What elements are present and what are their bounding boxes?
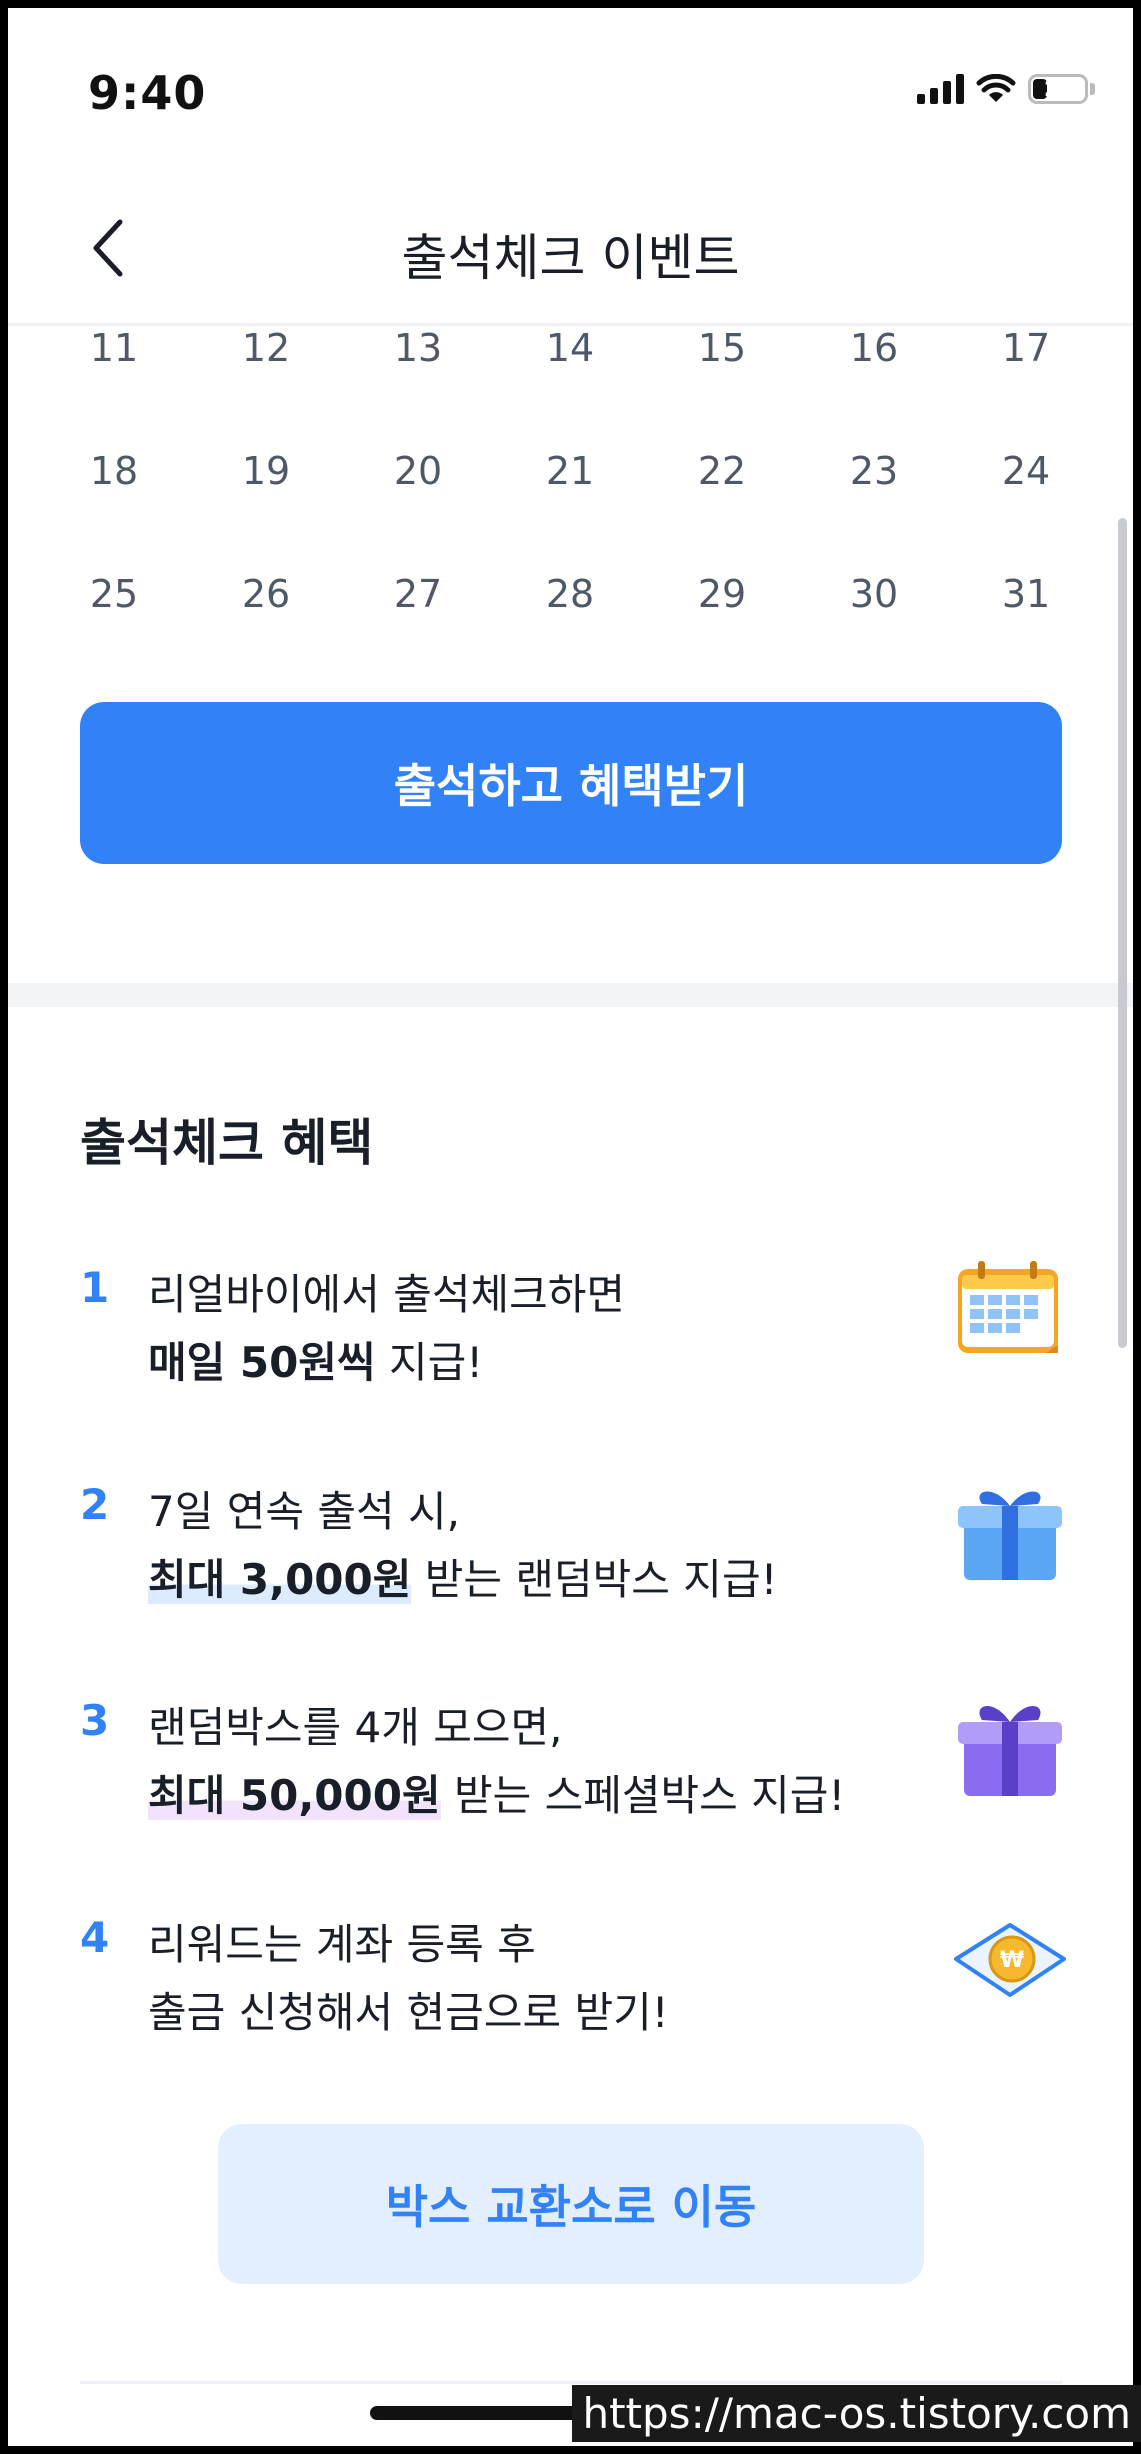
scrollbar[interactable]: [1118, 518, 1127, 1348]
benefit-number: 3: [80, 1696, 110, 1745]
benefit-highlight: 매일 50원씩: [148, 1338, 376, 1387]
phone-screen: 9:40 25 출석체크 이벤트 11 12 13 14 15 16 17 18…: [8, 8, 1133, 2446]
calendar-day[interactable]: 13: [342, 318, 494, 378]
attend-benefit-button[interactable]: 출석하고 혜택받기: [80, 702, 1062, 864]
bottom-divider: [80, 2381, 1062, 2384]
benefit-line1: 리얼바이에서 출석체크하면: [148, 1270, 626, 1319]
benefit-line1: 리워드는 계좌 등록 후: [148, 1920, 536, 1969]
benefit-number: 2: [80, 1480, 110, 1529]
benefit-line2-rest: 지급!: [375, 1338, 484, 1387]
calendar-day[interactable]: 16: [798, 318, 950, 378]
section-divider: [8, 983, 1133, 1007]
benefit-item: 1 리얼바이에서 출석체크하면 매일 50원씩 지급!: [80, 1253, 1070, 1403]
calendar-day[interactable]: 11: [38, 318, 190, 378]
calendar-day[interactable]: 23: [798, 441, 950, 501]
benefit-line2: 매일 50원씩 지급!: [148, 1329, 483, 1390]
benefit-number: 1: [80, 1263, 110, 1312]
calendar-day[interactable]: 14: [494, 318, 646, 378]
blue-gift-icon: [958, 1491, 1062, 1580]
benefit-highlight: 최대 3,000원: [148, 1555, 412, 1604]
status-icons: 25: [917, 74, 1095, 104]
benefit-line2-rest: 받는 랜덤박스 지급!: [411, 1555, 778, 1604]
watermark: https://mac-os.tistory.com: [572, 2385, 1141, 2442]
calendar-day[interactable]: 28: [494, 564, 646, 624]
benefit-line1: 7일 연속 출석 시,: [148, 1487, 460, 1536]
calendar-week: 18 19 20 21 22 23 24: [38, 441, 1103, 501]
benefits-title: 출석체크 혜택: [80, 1114, 374, 1172]
benefit-line2-rest: 받는 스페셜박스 지급!: [440, 1771, 846, 1820]
calendar-day[interactable]: 22: [646, 441, 798, 501]
purple-gift-icon: [958, 1705, 1062, 1796]
benefit-item: 3 랜덤박스를 4개 모으면, 최대 50,000원 받는 스페셜박스 지급!: [80, 1686, 1070, 1836]
benefit-number: 4: [80, 1913, 110, 1962]
battery-level: 25: [1044, 77, 1072, 101]
calendar-day[interactable]: 24: [950, 441, 1102, 501]
calendar-week: 25 26 27 28 29 30 31: [38, 564, 1103, 624]
calendar-day[interactable]: 21: [494, 441, 646, 501]
wifi-icon: [976, 74, 1016, 102]
benefit-highlight: 최대 50,000원: [148, 1771, 441, 1820]
benefit-line2-rest: 출금 신청해서 현금으로 받기!: [148, 1988, 669, 2037]
calendar-day[interactable]: 20: [342, 441, 494, 501]
calendar-day[interactable]: 31: [950, 564, 1102, 624]
calendar-day[interactable]: 25: [38, 564, 190, 624]
calendar-day[interactable]: 19: [190, 441, 342, 501]
battery-icon: 25: [1028, 74, 1088, 104]
calendar-icon: [958, 1261, 1058, 1353]
benefit-line2: 출금 신청해서 현금으로 받기!: [148, 1979, 669, 2040]
calendar-day[interactable]: 30: [798, 564, 950, 624]
calendar-day[interactable]: 18: [38, 441, 190, 501]
calendar-day[interactable]: 27: [342, 564, 494, 624]
calendar-day[interactable]: 12: [190, 318, 342, 378]
benefit-line2: 최대 50,000원 받는 스페셜박스 지급!: [148, 1762, 845, 1823]
calendar-day[interactable]: 15: [646, 318, 798, 378]
cellular-signal-icon: [917, 74, 964, 104]
calendar-day[interactable]: 29: [646, 564, 798, 624]
page-title: 출석체크 이벤트: [401, 229, 740, 287]
benefit-item: 4 리워드는 계좌 등록 후 출금 신청해서 현금으로 받기! ₩: [80, 1903, 1070, 2053]
svg-text:₩: ₩: [1000, 1948, 1024, 1973]
nav-header: 출석체크 이벤트: [8, 178, 1133, 326]
status-time: 9:40: [88, 66, 207, 120]
benefit-item: 2 7일 연속 출석 시, 최대 3,000원 받는 랜덤박스 지급!: [80, 1470, 1070, 1620]
calendar-week: 11 12 13 14 15 16 17: [38, 318, 1103, 378]
calendar-day[interactable]: 26: [190, 564, 342, 624]
calendar-day[interactable]: 17: [950, 318, 1102, 378]
benefit-line1: 랜덤박스를 4개 모으면,: [148, 1703, 563, 1752]
box-exchange-button[interactable]: 박스 교환소로 이동: [218, 2124, 924, 2284]
benefit-line2: 최대 3,000원 받는 랜덤박스 지급!: [148, 1546, 777, 1607]
won-coin-icon: ₩: [954, 1923, 1066, 1997]
